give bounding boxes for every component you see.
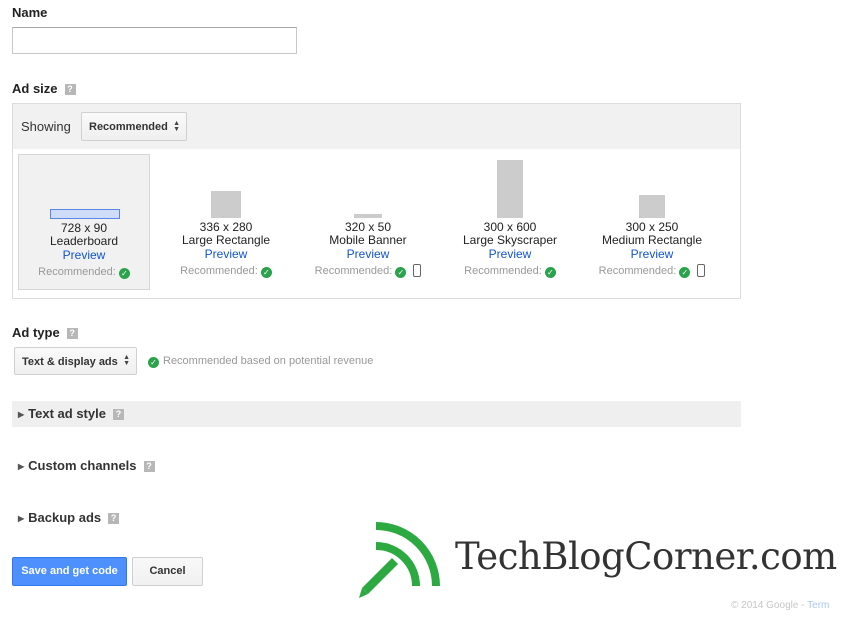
- expand-triangle-icon: ▶: [18, 462, 25, 471]
- ad-type-heading: Ad type?: [12, 325, 78, 340]
- mobile-banner-shape-icon: [354, 214, 382, 218]
- medium-rectangle-shape-icon: [639, 195, 665, 218]
- section-label: Custom channels: [28, 458, 137, 473]
- showing-label: Showing: [21, 119, 71, 134]
- ad-type-select[interactable]: Text & display ads ▲ ▼: [14, 347, 137, 375]
- leaderboard-shape-icon: [50, 209, 120, 219]
- section-label: Text ad style: [28, 406, 106, 421]
- copyright-text: © 2014 Google -: [731, 600, 805, 611]
- text-ad-style-section[interactable]: ▶ Text ad style?: [12, 401, 741, 427]
- help-icon[interactable]: ?: [64, 84, 76, 95]
- help-icon[interactable]: ?: [112, 409, 124, 420]
- name-input[interactable]: [12, 27, 297, 54]
- select-arrows-icon: ▲ ▼: [173, 119, 180, 133]
- help-icon[interactable]: ?: [143, 461, 155, 472]
- ad-size-card-medium-rectangle[interactable]: 300 x 250 Medium Rectangle Preview Recom…: [586, 154, 718, 290]
- cancel-button[interactable]: Cancel: [132, 557, 203, 586]
- ad-size-panel: Showing Recommended ▲ ▼ 728 x 90 Leaderbo…: [12, 103, 741, 299]
- watermark-text: TechBlogCorner.com: [455, 535, 837, 578]
- large-rectangle-shape-icon: [211, 191, 241, 218]
- ad-type-note: ✓ Recommended based on potential revenue: [148, 355, 373, 368]
- ad-type-select-value: Text & display ads: [22, 356, 118, 368]
- help-icon[interactable]: ?: [66, 328, 78, 339]
- ad-size-label: Ad size: [12, 81, 58, 96]
- showing-select[interactable]: Recommended ▲ ▼: [81, 112, 187, 141]
- ad-type-note-text: Recommended based on potential revenue: [163, 355, 374, 367]
- large-skyscraper-shape-icon: [497, 160, 523, 218]
- mobile-phone-icon: [413, 264, 422, 277]
- showing-bar: Showing Recommended ▲ ▼: [13, 104, 740, 149]
- showing-select-value: Recommended: [89, 121, 168, 133]
- recommended-label: Recommended:: [180, 265, 258, 277]
- terms-link[interactable]: Term: [807, 600, 829, 611]
- mobile-phone-icon: [697, 264, 706, 277]
- recommended-row: Recommended: ✓: [160, 264, 292, 278]
- recommended-label: Recommended:: [38, 266, 116, 278]
- recommended-label: Recommended:: [314, 265, 393, 277]
- ad-size-card-large-skyscraper[interactable]: 300 x 600 Large Skyscraper Preview Recom…: [444, 154, 576, 290]
- recommended-label: Recommended:: [464, 265, 542, 277]
- preview-link[interactable]: Preview: [19, 249, 149, 262]
- name-label: Name: [12, 5, 48, 20]
- ad-size-card-mobile-banner[interactable]: 320 x 50 Mobile Banner Preview Recommend…: [302, 154, 434, 290]
- check-icon: ✓: [118, 268, 130, 279]
- ad-size-card-large-rectangle[interactable]: 336 x 280 Large Rectangle Preview Recomm…: [160, 154, 292, 290]
- ad-size-name: Mobile Banner: [329, 233, 407, 247]
- recommended-row: Recommended: ✓: [19, 265, 149, 279]
- ad-type-label: Ad type: [12, 325, 60, 340]
- save-and-get-code-button[interactable]: Save and get code: [12, 557, 127, 586]
- custom-channels-section[interactable]: ▶ Custom channels?: [12, 453, 741, 479]
- recommended-row: Recommended: ✓: [586, 264, 718, 278]
- footer: © 2014 Google - Term: [731, 600, 829, 611]
- select-arrows-icon: ▲ ▼: [123, 354, 130, 367]
- recommended-row: Recommended: ✓: [302, 264, 434, 278]
- recommended-row: Recommended: ✓: [444, 264, 576, 278]
- expand-triangle-icon: ▶: [18, 410, 25, 419]
- ad-size-name: Leaderboard: [49, 234, 119, 248]
- preview-link[interactable]: Preview: [444, 248, 576, 261]
- check-icon: ✓: [148, 357, 159, 368]
- preview-link[interactable]: Preview: [586, 248, 718, 261]
- section-label: Backup ads: [28, 510, 102, 525]
- ad-size-heading: Ad size?: [12, 81, 76, 96]
- ad-size-name: Large Skyscraper: [462, 233, 558, 247]
- check-icon: ✓: [395, 267, 407, 278]
- help-icon[interactable]: ?: [108, 513, 120, 524]
- check-icon: ✓: [679, 267, 691, 278]
- techblogcorner-logo-icon: [359, 522, 440, 598]
- ad-size-name: Large Rectangle: [181, 233, 271, 247]
- expand-triangle-icon: ▶: [18, 514, 25, 523]
- preview-link[interactable]: Preview: [302, 248, 434, 261]
- check-icon: ✓: [260, 267, 272, 278]
- recommended-label: Recommended:: [598, 265, 677, 277]
- ad-size-name: Medium Rectangle: [601, 233, 703, 247]
- ad-size-card-leaderboard[interactable]: 728 x 90 Leaderboard Preview Recommended…: [18, 154, 150, 290]
- check-icon: ✓: [544, 267, 556, 278]
- preview-link[interactable]: Preview: [160, 248, 292, 261]
